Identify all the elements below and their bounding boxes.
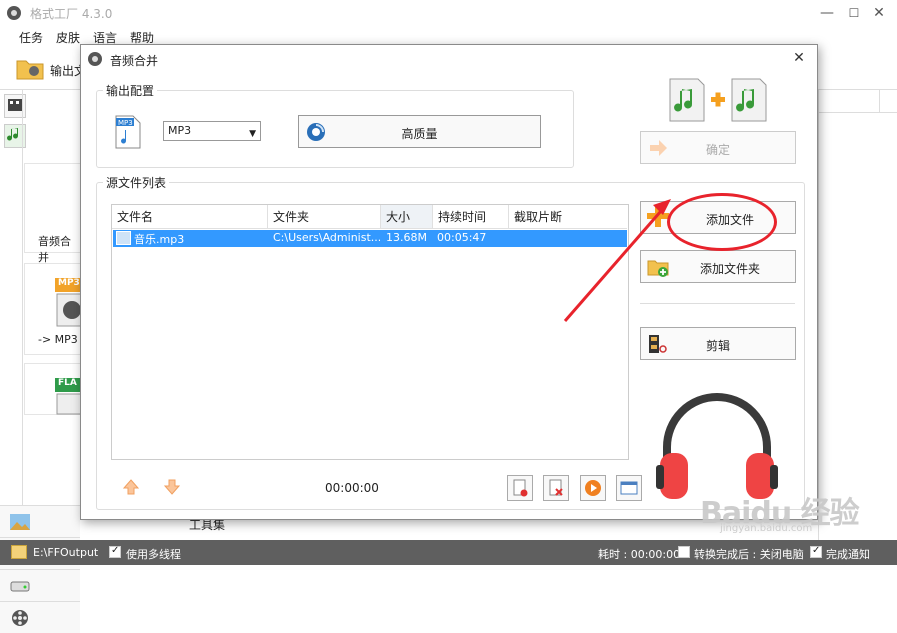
watermark-url: jingyan.baidu.com	[720, 523, 813, 534]
format-select-value: MP3	[168, 124, 192, 137]
tab-toolset[interactable]	[0, 601, 80, 633]
headphones-icon	[656, 393, 778, 499]
dialog-titlebar: 音频合并 ✕	[81, 45, 817, 73]
to-mp3-card-label: -> MP3	[38, 333, 78, 346]
app-icon	[7, 6, 21, 20]
quality-button[interactable]: 高质量	[298, 115, 541, 148]
file-info-button[interactable]	[616, 475, 642, 501]
elapsed-time: 耗时 : 00:00:00	[598, 548, 681, 561]
play-icon	[585, 480, 601, 496]
picture-icon	[10, 514, 30, 530]
dialog-title: 音频合并	[110, 54, 159, 68]
drive-icon	[10, 581, 30, 592]
audio-merge-icon	[669, 78, 767, 122]
remove-file-button[interactable]	[507, 475, 533, 501]
multithread-checkbox[interactable]	[109, 545, 121, 558]
to-flac-card[interactable]: FLA	[24, 363, 88, 415]
app-title: 格式工厂 4.3.0	[30, 7, 113, 21]
mp3-badge: MP3	[58, 278, 80, 288]
menu-task[interactable]: 任务	[19, 29, 43, 46]
close-button[interactable]: ✕	[867, 3, 891, 23]
divider	[640, 303, 795, 304]
flac-badge: FLA	[58, 378, 77, 388]
cell-folder: C:\Users\Administ...	[273, 231, 380, 244]
header-line	[819, 112, 897, 113]
audio-file-icon	[116, 231, 131, 245]
chevron-down-icon: ▼	[249, 129, 256, 139]
statusbar: E:\FFOutput 使用多线程 耗时 : 00:00:00 转换完成后 : …	[0, 540, 897, 565]
after-convert-checkbox[interactable]	[678, 546, 690, 558]
column-divider	[879, 90, 880, 112]
output-folder-icon[interactable]	[16, 56, 44, 80]
source-files-legend: 源文件列表	[103, 174, 170, 191]
menu-skin[interactable]: 皮肤	[56, 29, 80, 46]
notify-checkbox[interactable]	[810, 545, 822, 558]
baidu-watermark: Baidu 经验 jingyan.baidu.com	[700, 488, 880, 534]
column-filename[interactable]: 文件名	[112, 205, 268, 229]
film-reel-icon	[12, 610, 28, 626]
cell-duration: 00:05:47	[437, 231, 487, 244]
output-path[interactable]: E:\FFOutput	[33, 546, 98, 559]
column-folder[interactable]: 文件夹	[268, 205, 381, 229]
highlight-ellipse	[667, 193, 777, 251]
audio-merge-card-label: 音频合并	[38, 235, 71, 264]
confirm-label: 确定	[705, 143, 730, 157]
column-duration[interactable]: 持续时间	[433, 205, 509, 229]
move-down-icon[interactable]	[163, 478, 181, 496]
file-clear-icon	[549, 479, 563, 496]
minimize-button[interactable]: —	[815, 3, 839, 23]
svg-text:MP3: MP3	[118, 119, 133, 127]
move-up-icon[interactable]	[122, 478, 140, 496]
left-panel: 音频合并 MP3 -> MP3 FLA	[0, 90, 91, 633]
after-convert-label[interactable]: 转换完成后 : 关闭电脑	[694, 546, 804, 562]
multithread-label: 使用多线程	[126, 548, 181, 561]
add-folder-button[interactable]: 添加文件夹	[640, 250, 796, 283]
total-time: 00:00:00	[325, 481, 379, 495]
edit-label: 剪辑	[705, 339, 730, 353]
column-size[interactable]: 大小	[381, 205, 433, 229]
output-config-legend: 输出配置	[103, 82, 158, 99]
tab-rom-device[interactable]	[0, 569, 80, 601]
output-folder-icon[interactable]	[11, 545, 27, 559]
audio-merge-dialog: 音频合并 ✕ 输出配置 MP3 MP3 ▼ 高质量 确定 源文件列表 文件名 文…	[80, 44, 818, 520]
cell-filename: 音乐.mp3	[134, 233, 185, 246]
add-folder-label: 添加文件夹	[699, 262, 760, 276]
format-select[interactable]: MP3 ▼	[163, 121, 261, 141]
quality-label: 高质量	[401, 127, 438, 141]
file-table[interactable]: 文件名 文件夹 大小 持续时间 截取片断 音乐.mp3 C:\Users\Adm…	[111, 204, 629, 460]
table-row[interactable]: 音乐.mp3 C:\Users\Administ... 13.68M 00:05…	[113, 230, 627, 247]
confirm-button[interactable]: 确定	[640, 131, 796, 164]
main-titlebar: 格式工厂 4.3.0 — ☐ ✕	[0, 0, 897, 26]
info-window-icon	[620, 481, 638, 495]
dialog-close-button[interactable]: ✕	[791, 50, 807, 66]
tab-image[interactable]	[0, 505, 80, 537]
output-config-group: 输出配置 MP3 MP3 ▼ 高质量	[96, 82, 574, 168]
mp3-file-icon: MP3	[115, 115, 141, 149]
notify-label: 完成通知	[826, 548, 870, 561]
column-clip[interactable]: 截取片断	[509, 205, 627, 229]
maximize-button[interactable]: ☐	[842, 3, 866, 23]
edit-button[interactable]: 剪辑	[640, 327, 796, 360]
file-remove-icon	[513, 479, 528, 497]
right-strip	[818, 90, 897, 540]
clear-list-button[interactable]	[543, 475, 569, 501]
cell-size: 13.68M	[386, 231, 427, 244]
play-button[interactable]	[580, 475, 606, 501]
dialog-app-icon	[88, 52, 102, 66]
